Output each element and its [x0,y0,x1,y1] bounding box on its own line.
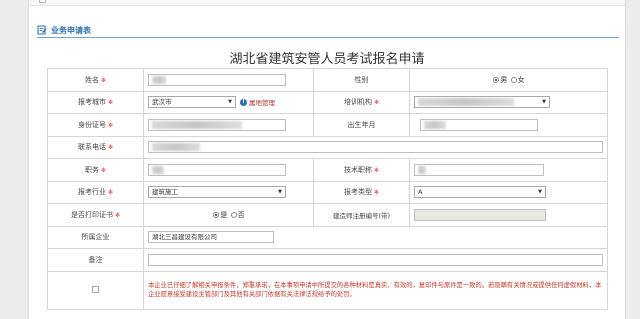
exam-type-value: A [418,188,423,197]
duty-input[interactable] [148,163,286,176]
remark-input[interactable] [148,253,603,266]
print-no-radio[interactable] [230,211,237,218]
city-value: 武汉市 [152,98,172,107]
industry-label: 报考行业 [77,188,106,197]
tech-title-label: 技术职称 [343,165,372,174]
required-mark: ✻ [373,166,380,174]
required-mark: ✻ [114,211,121,219]
reg-no-label: 建造师注册编号(带) [332,211,391,220]
print-no-label: 否 [237,210,245,219]
remark-label: 备注 [88,255,103,264]
phone-input[interactable] [148,141,603,154]
required-mark: ✻ [107,121,114,129]
company-value: 湖北三昌建设有限公司 [152,233,217,242]
redacted-value [424,120,446,129]
birth-label: 出生年月 [347,120,376,129]
industry-value: 建筑施工 [152,188,178,197]
chevron-down-icon: ▼ [542,99,546,106]
print-cert-label: 是否打印证书 [70,210,113,219]
gender-female-label: 女 [517,75,525,84]
chevron-down-icon: ▼ [228,99,232,106]
phone-label: 联系电话 [77,143,106,152]
gender-label: 性别 [354,75,369,84]
form-row: 是否打印证书 ✻ 是 否 建造师注册编号(带) [47,203,608,227]
id-number-input[interactable] [148,118,286,131]
required-mark: ✻ [107,144,114,152]
form-row: 备注 [47,248,608,272]
redacted-value [152,165,164,174]
exam-type-label: 报考类型 [343,188,372,197]
top-strip [29,0,625,6]
exam-type-select[interactable]: A ▼ [414,186,546,199]
form-row: 所属企业 湖北三昌建设有限公司 [47,225,608,249]
required-mark: ✻ [100,76,107,84]
reg-no-input[interactable] [414,208,546,221]
birth-input[interactable] [420,118,538,131]
institution-select[interactable]: ▼ [414,96,550,109]
name-input[interactable] [148,73,286,86]
required-mark: ✻ [373,189,380,197]
info-icon: i [240,98,247,106]
top-checkbox[interactable] [39,0,46,3]
industry-select[interactable]: 建筑施工 ▼ [148,186,286,199]
city-label: 报考城市 [77,98,106,107]
gender-female-radio[interactable] [510,76,517,83]
form-title: 湖北省建筑安管人员考试报名申请 [229,52,425,67]
institution-label: 培训机构 [343,98,372,107]
section-title: 业务申请表 [51,26,91,35]
required-mark: ✻ [107,189,114,197]
application-form: 姓名 ✻ 性别 男 女 报考城市 ✻ 武汉市 ▼ i 属地管理 培训机构 ✻ ▼ 身份证号 ✻… [47,68,608,310]
required-mark: ✻ [100,166,107,174]
city-select[interactable]: 武汉市 ▼ [148,96,236,109]
id-number-label: 身份证号 [77,120,106,129]
duty-label: 职务 [84,165,99,174]
form-row: 报考行业 ✻ 建筑施工 ▼ 报考类型 ✻ A ▼ [47,180,608,204]
form-row: 联系电话 ✻ [47,135,608,159]
local-management-link[interactable]: 属地管理 [249,99,275,107]
section-header: 业务申请表 [37,24,619,38]
form-edit-icon [37,25,47,35]
required-mark: ✻ [107,99,114,107]
declaration-text: 本企业已仔细了解相关申报条件，郑重承诺，在本事项申请中所提交的各种材料是真实、有… [143,270,608,310]
chevron-down-icon: ▼ [538,189,542,196]
company-label: 所属企业 [81,233,110,242]
form-row: 报考城市 ✻ 武汉市 ▼ i 属地管理 培训机构 ✻ ▼ [47,90,608,114]
redacted-value [152,120,242,129]
gender-male-label: 男 [500,75,508,84]
redacted-value [418,98,514,107]
form-row: 职务 ✻ 技术职称 ✻ [47,158,608,182]
form-row: 本企业已仔细了解相关申报条件，郑重承诺，在本事项申请中所提交的各种材料是真实、有… [47,270,608,310]
name-label: 姓名 [84,75,99,84]
main-panel: 业务申请表 湖北省建筑安管人员考试报名申请 姓名 ✻ 性别 男 女 报考城市 ✻ 武… [28,0,626,319]
print-yes-radio[interactable] [213,211,220,218]
form-row: 身份证号 ✻ 出生年月 [47,113,608,137]
gender-male-radio[interactable] [493,76,500,83]
company-input[interactable]: 湖北三昌建设有限公司 [148,231,274,244]
required-mark: ✻ [373,99,380,107]
tech-title-input[interactable] [414,163,544,176]
redacted-value [418,165,426,174]
agree-checkbox[interactable] [92,285,99,293]
redacted-value [152,143,200,152]
print-yes-label: 是 [220,210,228,219]
form-row: 姓名 ✻ 性别 男 女 [47,68,608,92]
chevron-down-icon: ▼ [278,189,282,196]
redacted-value [152,75,166,84]
